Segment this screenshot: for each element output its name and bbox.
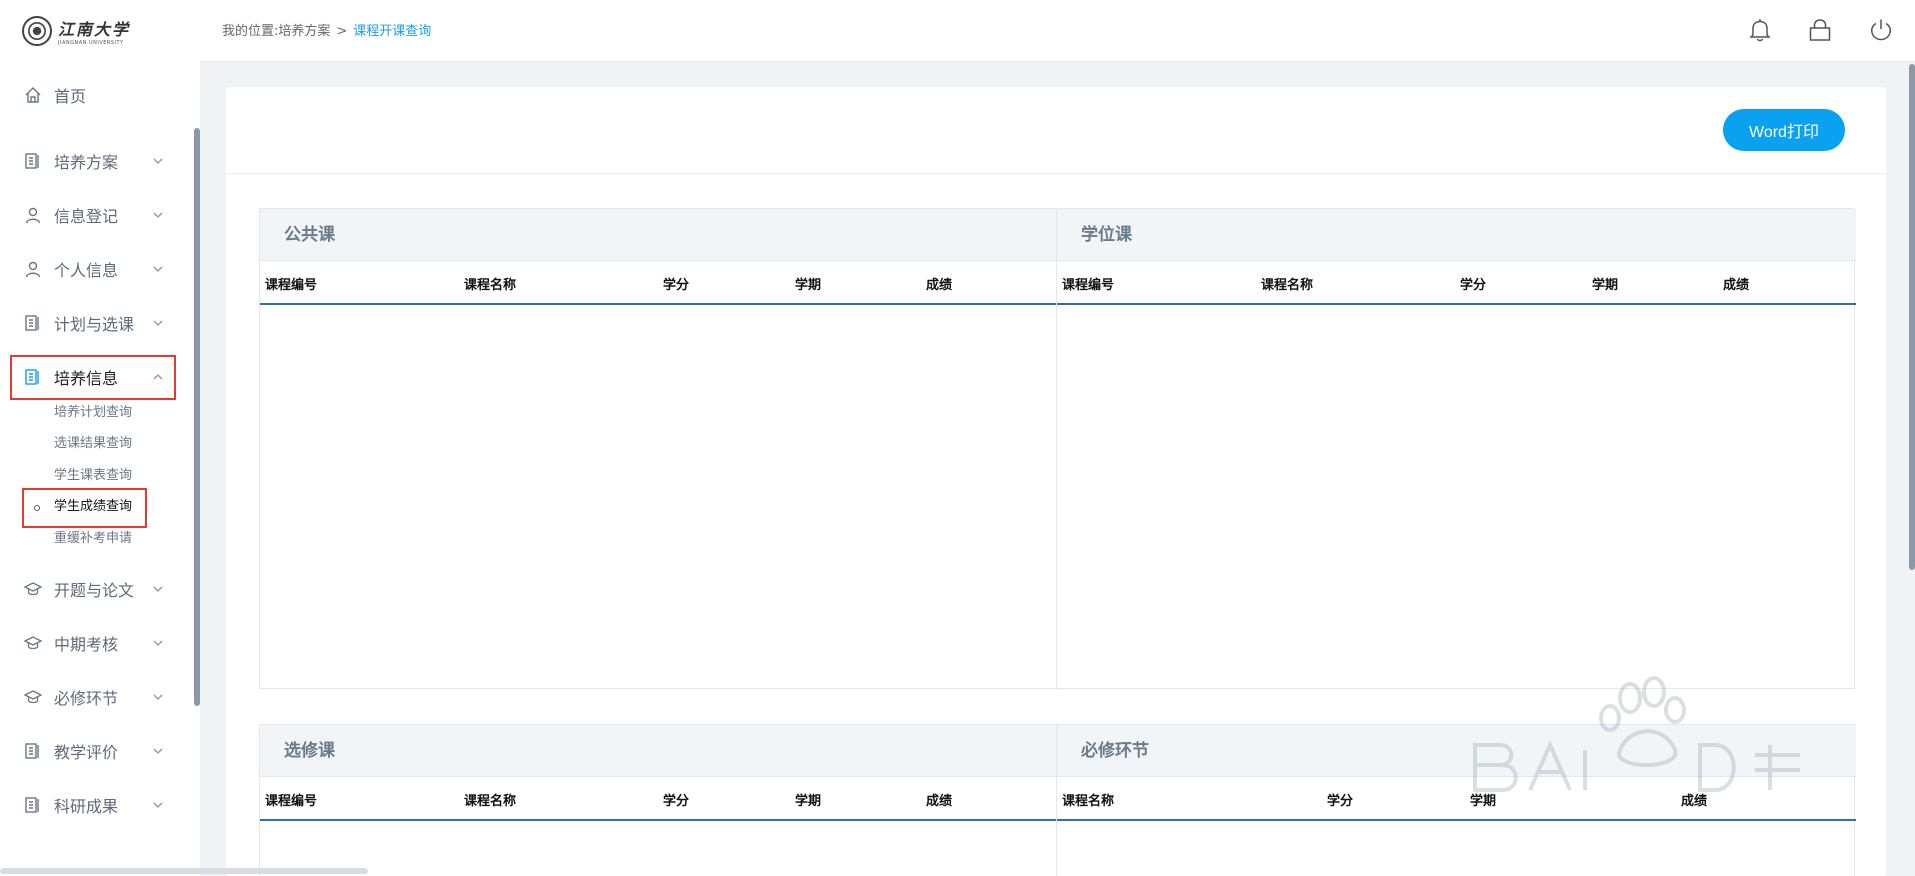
column-header[interactable]: 成绩	[926, 274, 952, 293]
toolbar: Word打印	[226, 87, 1886, 174]
column-header[interactable]: 学分	[1460, 274, 1486, 293]
column-header[interactable]: 成绩	[926, 790, 952, 809]
chevron-down-icon	[153, 158, 163, 164]
table-title-degree: 学位课	[1057, 209, 1856, 261]
home-icon	[24, 86, 42, 104]
sidebar-item-personal-info[interactable]: 个人信息	[0, 253, 190, 285]
column-header[interactable]: 课程名称	[464, 790, 516, 809]
sidebar-item-label: 科研成果	[54, 797, 119, 816]
lock-icon[interactable]	[1806, 16, 1834, 44]
book-icon	[24, 742, 42, 760]
sidebar-item-label: 培养方案	[54, 153, 119, 172]
sidebar-item-info-registration[interactable]: 信息登记	[0, 199, 190, 231]
top-header: 我的位置:培养方案 > 课程开课查询	[200, 0, 1915, 62]
column-header[interactable]: 学期	[795, 790, 821, 809]
column-header[interactable]: 课程编号	[265, 790, 317, 809]
university-logo[interactable]: 江南大学 JIANGNAN UNIVERSITY	[22, 14, 130, 48]
bell-icon[interactable]	[1746, 16, 1774, 44]
horizontal-scrollbar[interactable]	[0, 868, 368, 874]
table-header-public: 课程编号 课程名称 学分 学期 成绩	[260, 261, 1056, 305]
sidebar-item-label: 信息登记	[54, 207, 119, 226]
chevron-down-icon	[153, 802, 163, 808]
page-scrollbar[interactable]	[1909, 64, 1915, 570]
chevron-down-icon	[153, 586, 163, 592]
power-icon[interactable]	[1867, 16, 1895, 44]
sidebar-item-label: 计划与选课	[54, 315, 135, 334]
highlight-box	[10, 355, 176, 400]
column-header[interactable]: 课程名称	[1261, 274, 1313, 293]
column-header[interactable]: 成绩	[1723, 274, 1749, 293]
word-print-button[interactable]: Word打印	[1723, 109, 1845, 151]
table-block-top: 公共课 课程编号 课程名称 学分 学期 成绩 学位课 课程编号 课程名称 学分 …	[259, 208, 1856, 690]
table-title-elective: 选修课	[260, 725, 1056, 777]
book-icon	[24, 152, 42, 170]
sidebar-item-label: 教学评价	[54, 743, 119, 762]
sidebar-item-midterm-assessment[interactable]: 中期考核	[0, 627, 190, 659]
sidebar-item-label: 个人信息	[54, 261, 119, 280]
logo-name-cn: 江南大学	[58, 20, 131, 39]
column-header[interactable]: 课程名称	[1062, 790, 1114, 809]
column-header[interactable]: 学期	[1592, 274, 1618, 293]
column-header[interactable]: 学分	[663, 274, 689, 293]
graduation-cap-icon	[24, 634, 42, 652]
chevron-down-icon	[153, 212, 163, 218]
sidebar-item-training-plan[interactable]: 培养方案	[0, 145, 190, 177]
user-icon	[24, 206, 42, 224]
breadcrumb-current: 课程开课查询	[353, 24, 432, 39]
sidebar-item-plan-and-course-selection[interactable]: 计划与选课	[0, 307, 190, 339]
sub-item-student-timetable[interactable]: 学生课表查询	[54, 466, 132, 486]
sidebar-item-label: 中期考核	[54, 635, 119, 654]
column-header[interactable]: 学期	[795, 274, 821, 293]
highlight-box	[22, 488, 147, 528]
logo-name-en: JIANGNAN UNIVERSITY	[58, 40, 124, 46]
book-icon	[24, 314, 42, 332]
book-icon	[24, 796, 42, 814]
sidebar: 江南大学 JIANGNAN UNIVERSITY 首页 培养方案 信息登记 个人…	[0, 0, 200, 876]
table-header-elective: 课程编号 课程名称 学分 学期 成绩	[260, 777, 1056, 821]
graduation-cap-icon	[24, 688, 42, 706]
column-header[interactable]: 课程编号	[265, 274, 317, 293]
column-header[interactable]: 课程名称	[464, 274, 516, 293]
breadcrumb: 我的位置:培养方案 > 课程开课查询	[222, 20, 431, 39]
table-header-degree: 课程编号 课程名称 学分 学期 成绩	[1057, 261, 1856, 305]
graduation-cap-icon	[24, 580, 42, 598]
chevron-down-icon	[153, 640, 163, 646]
sub-item-course-selection-result[interactable]: 选课结果查询	[54, 434, 132, 454]
sidebar-item-home[interactable]: 首页	[0, 79, 190, 111]
chevron-down-icon	[153, 266, 163, 272]
sidebar-scrollbar[interactable]	[194, 128, 200, 706]
breadcrumb-separator: >	[336, 24, 348, 39]
column-header[interactable]: 学分	[1327, 790, 1353, 809]
sidebar-item-proposal-and-thesis[interactable]: 开题与论文	[0, 573, 190, 605]
chevron-down-icon	[153, 748, 163, 754]
sidebar-item-label: 必修环节	[54, 689, 119, 708]
user-icon	[24, 260, 42, 278]
column-header[interactable]: 课程编号	[1062, 274, 1114, 293]
sidebar-item-teaching-evaluation[interactable]: 教学评价	[0, 735, 190, 767]
baidu-watermark-logo	[1473, 676, 1800, 792]
column-header[interactable]: 学分	[663, 790, 689, 809]
sidebar-item-label: 首页	[54, 87, 87, 106]
chevron-down-icon	[153, 694, 163, 700]
table-title-public: 公共课	[260, 209, 1056, 261]
sub-item-training-plan-query[interactable]: 培养计划查询	[54, 403, 132, 423]
sidebar-item-required-links[interactable]: 必修环节	[0, 681, 190, 713]
breadcrumb-prefix[interactable]: 我的位置:培养方案	[222, 24, 330, 39]
university-seal-icon	[22, 16, 52, 46]
sidebar-item-research-results[interactable]: 科研成果	[0, 789, 190, 821]
sub-item-makeup-exam-application[interactable]: 重缓补考申请	[54, 529, 132, 549]
sidebar-item-label: 开题与论文	[54, 581, 135, 600]
chevron-down-icon	[153, 320, 163, 326]
